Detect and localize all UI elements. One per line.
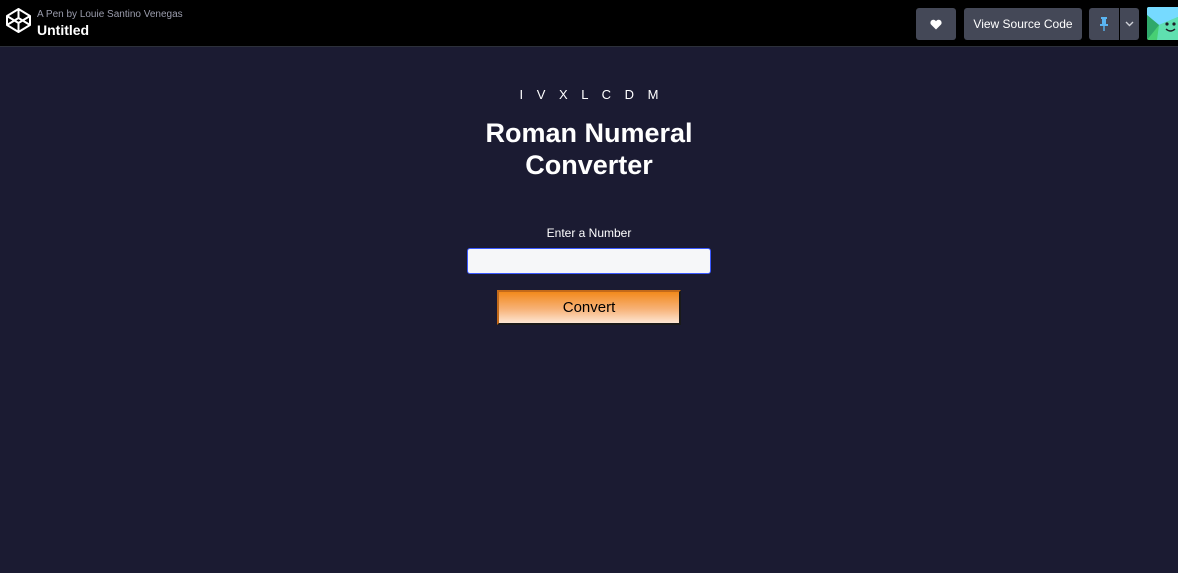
- number-input-label: Enter a Number: [546, 226, 632, 240]
- title-line-1: Roman Numeral: [485, 118, 693, 148]
- number-input[interactable]: [467, 248, 711, 274]
- pen-by-prefix: A Pen by: [37, 9, 78, 20]
- author-link[interactable]: Louie Santino Venegas: [80, 9, 183, 20]
- codepen-header: A Pen by Louie Santino Venegas Untitled …: [0, 0, 1178, 47]
- heart-icon: [930, 19, 942, 29]
- page-title: Roman Numeral Converter: [0, 117, 1178, 181]
- pin-options-button[interactable]: [1120, 8, 1139, 40]
- chevron-down-icon: [1125, 21, 1134, 27]
- title-line-2: Converter: [525, 150, 653, 180]
- pin-button[interactable]: [1089, 8, 1119, 40]
- user-avatar[interactable]: [1147, 7, 1178, 40]
- pen-title: Untitled: [37, 22, 90, 38]
- pin-icon: [1100, 17, 1108, 31]
- pen-byline: A Pen by Louie Santino Venegas: [37, 9, 183, 20]
- heart-button[interactable]: [916, 8, 956, 40]
- roman-letters: I V X L C D M: [519, 87, 664, 102]
- convert-button[interactable]: Convert: [497, 290, 681, 325]
- codepen-logo-icon[interactable]: [5, 7, 32, 34]
- view-source-button[interactable]: View Source Code: [964, 8, 1082, 40]
